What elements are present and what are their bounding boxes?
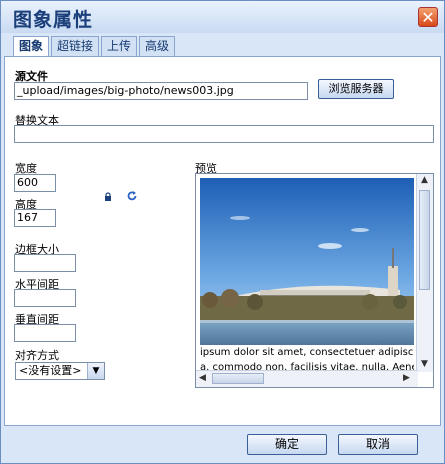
ok-button[interactable]: 确定 bbox=[247, 434, 327, 455]
cancel-button[interactable]: 取消 bbox=[338, 434, 418, 455]
align-select[interactable]: <没有设置> ▼ bbox=[15, 362, 105, 380]
align-select-value: <没有设置> bbox=[19, 364, 82, 377]
lock-icon[interactable] bbox=[103, 191, 113, 201]
tab-image[interactable]: 图象 bbox=[13, 36, 50, 57]
tab-upload[interactable]: 上传 bbox=[101, 36, 138, 56]
scroll-down-arrow-icon[interactable]: ▼ bbox=[421, 359, 428, 369]
width-input[interactable]: 600 bbox=[14, 174, 56, 192]
height-input[interactable]: 167 bbox=[14, 209, 56, 227]
horizontal-scroll-thumb[interactable] bbox=[212, 373, 264, 384]
preview-text-line-1: ipsum dolor sit amet, consectetuer adipi… bbox=[200, 347, 414, 358]
alt-text-input[interactable] bbox=[14, 125, 434, 143]
scroll-up-arrow-icon[interactable]: ▲ bbox=[421, 175, 428, 185]
tab-bar: 图象 超链接 上传 高级 bbox=[13, 36, 177, 57]
image-properties-dialog: 图象属性 ✕ 图象 超链接 上传 高级 源文件 _upload/images/b… bbox=[0, 0, 445, 464]
preview-image bbox=[200, 178, 414, 345]
preview-vertical-scrollbar[interactable]: ▲ ▼ bbox=[416, 174, 433, 372]
source-url-input[interactable]: _upload/images/big-photo/news003.jpg bbox=[14, 82, 308, 100]
tab-hyperlink[interactable]: 超链接 bbox=[51, 36, 100, 56]
preview-horizontal-scrollbar[interactable]: ◀ ▶ bbox=[196, 370, 418, 387]
vertical-scroll-thumb[interactable] bbox=[419, 190, 430, 290]
align-label: 对齐方式 bbox=[15, 349, 59, 362]
browse-server-button[interactable]: 浏览服务器 bbox=[318, 79, 394, 99]
scroll-right-arrow-icon[interactable]: ▶ bbox=[403, 373, 410, 383]
reset-size-icon[interactable] bbox=[126, 190, 138, 202]
dialog-titlebar[interactable]: 图象属性 ✕ bbox=[1, 1, 444, 33]
close-icon[interactable]: ✕ bbox=[418, 7, 438, 27]
chevron-down-icon[interactable]: ▼ bbox=[87, 363, 104, 379]
tab-advanced[interactable]: 高级 bbox=[139, 36, 176, 56]
preview-pane: ipsum dolor sit amet, consectetuer adipi… bbox=[195, 173, 434, 388]
dialog-title: 图象属性 bbox=[13, 9, 94, 31]
border-input[interactable] bbox=[14, 254, 76, 272]
hspace-input[interactable] bbox=[14, 289, 76, 307]
scroll-left-arrow-icon[interactable]: ◀ bbox=[199, 373, 206, 383]
vspace-input[interactable] bbox=[14, 324, 76, 342]
